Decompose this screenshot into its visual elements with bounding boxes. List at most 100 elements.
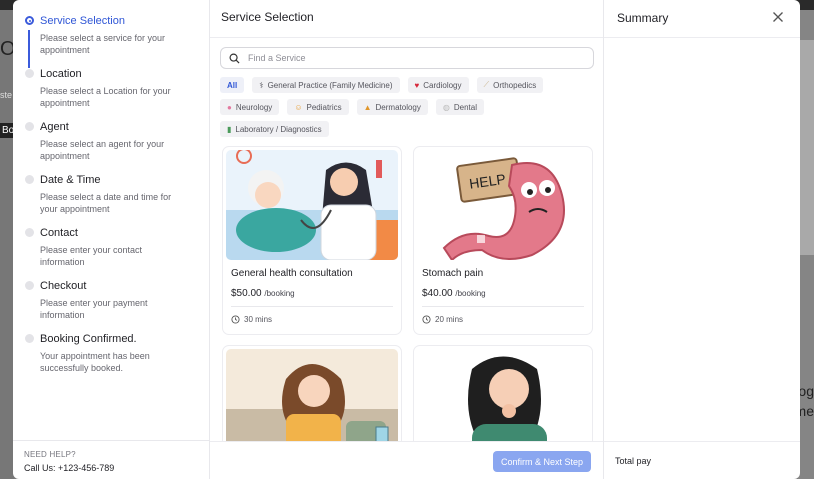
- category-chip-pediatrics[interactable]: ☺ Pediatrics: [287, 99, 349, 115]
- category-filters: All ⚕ General Practice (Family Medicine) …: [220, 77, 600, 137]
- step-indicator: [25, 175, 34, 184]
- page-title: Service Selection: [210, 0, 603, 38]
- price-unit: /booking: [264, 289, 295, 298]
- chip-label: Neurology: [235, 102, 273, 112]
- chip-label: Orthopedics: [493, 80, 537, 90]
- step-location[interactable]: Location Please select a Location for yo…: [25, 67, 209, 109]
- chip-label: All: [227, 80, 238, 90]
- stomach-image: HELP: [417, 150, 589, 260]
- search-input[interactable]: [248, 53, 578, 63]
- price-unit: /booking: [455, 289, 486, 298]
- category-chip-cardiology[interactable]: ♥ Cardiology: [407, 77, 469, 93]
- category-chip-neurology[interactable]: ● Neurology: [220, 99, 280, 115]
- category-chip-dermatology[interactable]: ▲ Dermatology: [356, 99, 428, 115]
- service-list: General health consultation $50.00 /book…: [219, 146, 599, 442]
- cough-image: [417, 349, 589, 442]
- chip-label: General Practice (Family Medicine): [267, 80, 393, 90]
- category-chip-laboratory[interactable]: ▮ Laboratory / Diagnostics: [220, 121, 329, 137]
- booking-modal: Service Selection Please select a servic…: [13, 0, 800, 479]
- summary-header: Summary: [604, 0, 800, 38]
- step-checkout[interactable]: Checkout Please enter your payment infor…: [25, 279, 209, 321]
- test-tube-icon: ▮: [227, 124, 232, 134]
- service-card-cough[interactable]: [413, 345, 593, 442]
- service-card-headache[interactable]: [222, 345, 402, 442]
- heart-icon: ♥: [414, 80, 420, 90]
- total-pay-label: Total pay: [615, 456, 652, 466]
- step-title: Date & Time: [40, 174, 101, 186]
- search-icon: [229, 53, 240, 64]
- step-service-selection[interactable]: Service Selection Please select a servic…: [25, 14, 209, 68]
- step-indicator: [25, 16, 34, 25]
- service-duration: 30 mins: [231, 315, 401, 324]
- chip-label: Pediatrics: [306, 102, 342, 112]
- duration-text: 30 mins: [244, 315, 273, 324]
- step-agent[interactable]: Agent Please select an agent for your ap…: [25, 120, 209, 162]
- divider: [422, 306, 584, 307]
- price-amount: $50.00: [231, 288, 262, 299]
- category-chip-all[interactable]: All: [220, 77, 245, 93]
- step-indicator: [25, 281, 34, 290]
- price-amount: $40.00: [422, 288, 453, 299]
- background-right-edge: log me: [795, 10, 814, 479]
- help-label: NEED HELP?: [24, 450, 76, 459]
- step-indicator: [25, 122, 34, 131]
- category-chip-orthopedics[interactable]: ⟋ Orthopedics: [476, 77, 544, 93]
- category-chip-general-practice[interactable]: ⚕ General Practice (Family Medicine): [252, 77, 400, 93]
- headache-image: [226, 349, 398, 442]
- stethoscope-icon: ⚕: [259, 80, 264, 90]
- step-date-time[interactable]: Date & Time Please select a date and tim…: [25, 173, 209, 215]
- search-box[interactable]: [220, 47, 594, 69]
- step-title: Booking Confirmed.: [40, 333, 137, 345]
- step-description: Your appointment has been successfully b…: [40, 351, 150, 373]
- service-name: Stomach pain: [422, 268, 484, 279]
- background-left-edge: O ste Bo: [0, 10, 17, 479]
- category-chip-dental[interactable]: ◍ Dental: [435, 99, 484, 115]
- step-title: Service Selection: [40, 15, 125, 27]
- brain-icon: ●: [227, 102, 232, 112]
- step-indicator: [25, 334, 34, 343]
- step-booking-confirmed[interactable]: Booking Confirmed. Your appointment has …: [25, 332, 209, 374]
- step-title: Checkout: [40, 280, 87, 292]
- summary-title: Summary: [617, 11, 669, 25]
- service-card-general-health[interactable]: General health consultation $50.00 /book…: [222, 146, 402, 335]
- step-title: Agent: [40, 121, 69, 133]
- step-description: Please select a service for your appoint…: [40, 33, 166, 55]
- service-price: $50.00 /booking: [231, 288, 401, 299]
- duration-text: 20 mins: [435, 315, 464, 324]
- step-title: Location: [40, 68, 82, 80]
- help-phone[interactable]: Call Us: +123-456-789: [24, 463, 114, 473]
- step-description: Please enter your payment information: [40, 298, 148, 320]
- chip-label: Cardiology: [423, 80, 462, 90]
- step-description: Please select a Location for your appoin…: [40, 86, 171, 108]
- step-indicator: [25, 228, 34, 237]
- clock-icon: [231, 315, 240, 324]
- step-contact[interactable]: Contact Please enter your contact inform…: [25, 226, 209, 268]
- service-panel: Service Selection All ⚕General Practice …: [210, 0, 604, 479]
- step-description: Please select a date and time for your a…: [40, 192, 172, 214]
- help-box: NEED HELP? Call Us: +123-456-789: [24, 450, 114, 473]
- summary-panel: Summary Total pay: [604, 0, 800, 479]
- summary-total: Total pay: [604, 441, 800, 479]
- tooth-icon: ◍: [442, 102, 450, 112]
- close-icon[interactable]: [772, 11, 784, 23]
- step-indicator: [25, 69, 34, 78]
- clock-icon: [422, 315, 431, 324]
- service-price: $40.00 /booking: [422, 288, 592, 299]
- service-card-stomach-pain[interactable]: HELP Stomach pain $40.00 /booking 20 min…: [413, 146, 593, 335]
- chip-label: Dermatology: [375, 102, 421, 112]
- chip-label: Dental: [453, 102, 477, 112]
- background-fragment: ste: [0, 90, 13, 100]
- step-description: Please select an agent for your appointm…: [40, 139, 165, 161]
- step-title: Contact: [40, 227, 78, 239]
- step-description: Please enter your contact information: [40, 245, 143, 267]
- steps-sidebar: Service Selection Please select a servic…: [13, 0, 210, 479]
- service-duration: 20 mins: [422, 315, 592, 324]
- confirm-next-step-button[interactable]: Confirm & Next Step: [492, 451, 591, 472]
- lotion-icon: ▲: [363, 102, 372, 112]
- chip-label: Laboratory / Diagnostics: [235, 124, 322, 134]
- baby-icon: ☺: [294, 102, 303, 112]
- service-footer: Confirm & Next Step: [210, 441, 603, 479]
- service-name: General health consultation: [231, 268, 353, 279]
- bone-icon: ⟋: [483, 80, 490, 89]
- divider: [13, 440, 209, 441]
